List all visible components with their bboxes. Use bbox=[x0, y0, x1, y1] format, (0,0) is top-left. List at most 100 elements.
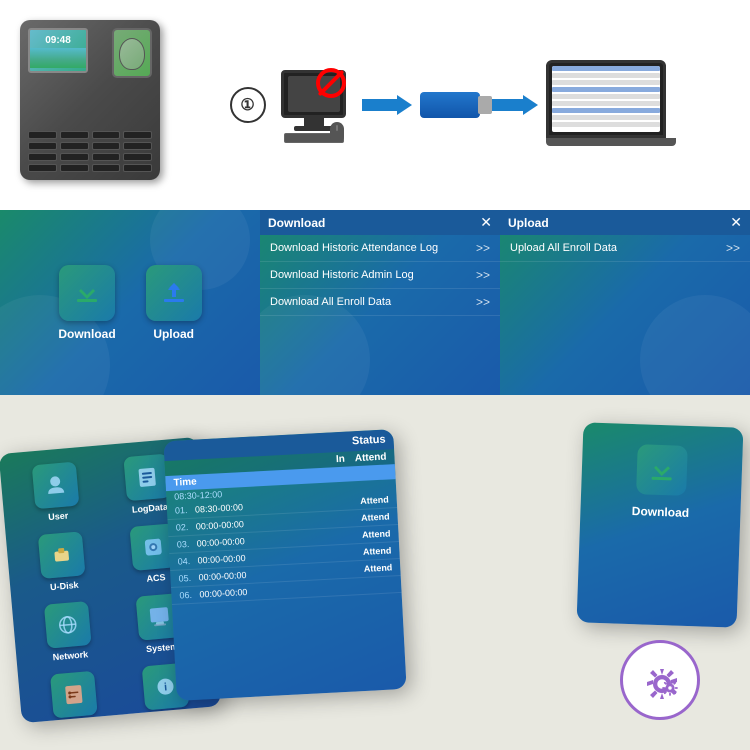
arrow2 bbox=[488, 95, 538, 115]
laptop-row bbox=[552, 115, 660, 120]
device-keypad bbox=[28, 131, 152, 172]
laptop-row bbox=[552, 73, 660, 78]
upload-panel: Upload ✕ Upload All Enroll Data >> bbox=[500, 210, 750, 395]
key[interactable] bbox=[92, 164, 121, 172]
laptop-row bbox=[552, 80, 660, 85]
key[interactable] bbox=[28, 142, 57, 150]
udisk-icon-box bbox=[38, 531, 86, 579]
download-enroll-data[interactable]: Download All Enroll Data >> bbox=[260, 289, 500, 316]
download-attendance-log[interactable]: Download Historic Attendance Log >> bbox=[260, 235, 500, 262]
acs-icon bbox=[140, 534, 166, 560]
download-panel: Download ✕ Download Historic Attendance … bbox=[260, 210, 500, 395]
gear-icon[interactable] bbox=[620, 640, 700, 720]
row-num: 02. bbox=[176, 522, 196, 533]
fingerprint-device: 09:48 bbox=[20, 20, 175, 190]
key[interactable] bbox=[60, 131, 89, 139]
network-icon-box bbox=[44, 601, 92, 649]
menu-item-atted[interactable]: Atted... bbox=[32, 669, 117, 723]
no-line bbox=[318, 70, 345, 97]
atted-icon bbox=[61, 682, 87, 708]
key[interactable] bbox=[92, 153, 121, 161]
udisk-icon bbox=[49, 542, 75, 568]
key[interactable] bbox=[123, 142, 152, 150]
key[interactable] bbox=[123, 153, 152, 161]
bottom-section: User LogData bbox=[0, 395, 750, 750]
key[interactable] bbox=[123, 164, 152, 172]
user-icon bbox=[43, 472, 69, 498]
system-icon bbox=[146, 604, 172, 630]
atted-icon-box bbox=[50, 671, 98, 719]
laptop-row bbox=[552, 122, 660, 127]
upload-panel-title: Upload bbox=[508, 216, 549, 230]
row-num: 03. bbox=[177, 539, 197, 550]
row-num: 06. bbox=[179, 590, 199, 601]
download-card-label: Download bbox=[632, 504, 690, 520]
arrow1 bbox=[362, 95, 412, 115]
user-label: User bbox=[48, 510, 69, 522]
network-label: Network bbox=[52, 649, 88, 662]
in-label: In bbox=[336, 454, 345, 465]
download-admin-log[interactable]: Download Historic Admin Log >> bbox=[260, 262, 500, 289]
upload-label: Upload bbox=[153, 327, 194, 341]
menu-item-network[interactable]: Network bbox=[26, 599, 111, 664]
menu-item-user[interactable]: User bbox=[14, 460, 99, 525]
key[interactable] bbox=[60, 142, 89, 150]
row-status: Attend bbox=[363, 545, 392, 556]
key[interactable] bbox=[123, 131, 152, 139]
logdata-icon bbox=[134, 464, 160, 490]
no-symbol-icon bbox=[316, 68, 348, 100]
chevron-icon: >> bbox=[476, 268, 490, 282]
udisk-label: U-Disk bbox=[50, 580, 79, 592]
mouse-icon bbox=[330, 122, 344, 142]
upload-icon-box bbox=[146, 265, 202, 321]
key[interactable] bbox=[92, 142, 121, 150]
key[interactable] bbox=[28, 131, 57, 139]
download-card-content: Download bbox=[580, 422, 744, 542]
download-icon-item[interactable]: Download bbox=[58, 265, 115, 341]
gear-icon-container[interactable] bbox=[620, 640, 700, 720]
usb-drive-icon bbox=[420, 92, 480, 118]
row-num: 05. bbox=[178, 573, 198, 584]
upload-icon-item[interactable]: Upload bbox=[146, 265, 202, 341]
download-attendance-label: Download Historic Attendance Log bbox=[270, 242, 438, 254]
usb-body bbox=[420, 92, 480, 118]
atted-label: Atted... bbox=[61, 719, 92, 723]
acs-label: ACS bbox=[146, 572, 166, 584]
download-panel-header: Download ✕ bbox=[260, 210, 500, 235]
download-icon bbox=[71, 277, 103, 309]
monitor bbox=[281, 70, 346, 118]
download-card-icon bbox=[646, 455, 677, 486]
download-card: Download bbox=[577, 422, 744, 627]
key[interactable] bbox=[92, 131, 121, 139]
monitor-stand bbox=[304, 118, 324, 126]
top-section: 09:48 bbox=[0, 0, 750, 210]
arrow-right-icon bbox=[488, 95, 538, 115]
laptop-row bbox=[552, 66, 660, 71]
laptop-row bbox=[552, 94, 660, 99]
key[interactable] bbox=[60, 153, 89, 161]
monitor-base bbox=[294, 126, 334, 131]
key[interactable] bbox=[60, 164, 89, 172]
chevron-icon: >> bbox=[726, 241, 740, 255]
left-icon-panel: Download Upload bbox=[0, 210, 260, 395]
download-enroll-label: Download All Enroll Data bbox=[270, 296, 391, 308]
attendance-card: Status In Attend Time 08:30-12:00 01. 08… bbox=[163, 429, 406, 701]
download-card-icon-box bbox=[636, 444, 688, 496]
row-num: 01. bbox=[175, 505, 195, 516]
arrow-right-icon bbox=[362, 95, 412, 115]
key[interactable] bbox=[28, 153, 57, 161]
usb-connector bbox=[478, 96, 492, 114]
middle-section: Download Upload Download ✕ Download Hist… bbox=[0, 210, 750, 395]
upload-enroll-label: Upload All Enroll Data bbox=[510, 242, 617, 254]
upload-close-button[interactable]: ✕ bbox=[730, 214, 742, 231]
about-label: About bbox=[155, 711, 182, 723]
upload-enroll-data[interactable]: Upload All Enroll Data >> bbox=[500, 235, 750, 262]
download-label: Download bbox=[58, 327, 115, 341]
flow-section: ① bbox=[175, 60, 730, 150]
attend-col-label: Attend bbox=[355, 452, 387, 465]
download-close-button[interactable]: ✕ bbox=[480, 214, 492, 231]
chevron-icon: >> bbox=[476, 295, 490, 309]
network-icon bbox=[55, 612, 81, 638]
key[interactable] bbox=[28, 164, 57, 172]
menu-item-udisk[interactable]: U-Disk bbox=[20, 530, 105, 595]
